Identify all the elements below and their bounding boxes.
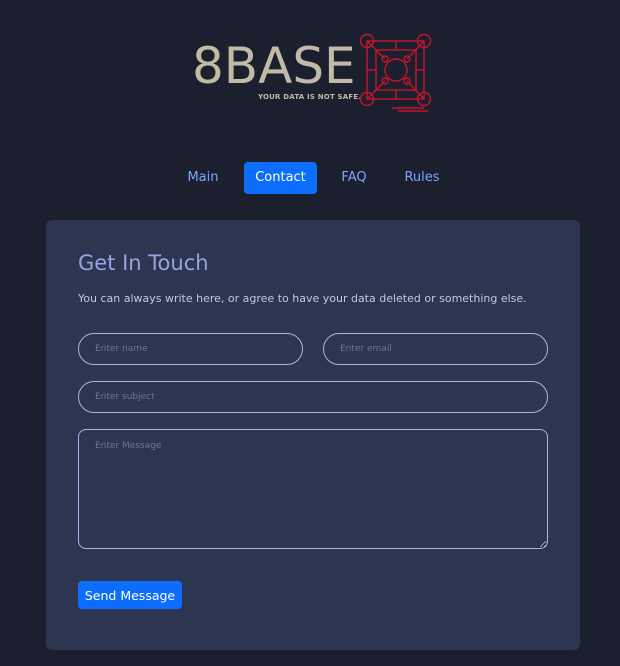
- message-textarea[interactable]: [78, 429, 548, 549]
- subject-input[interactable]: [78, 381, 548, 413]
- network-square-icon: [359, 33, 432, 112]
- nav-contact[interactable]: Contact: [244, 162, 317, 194]
- contact-description: You can always write here, or agree to h…: [78, 292, 527, 305]
- nav-faq[interactable]: FAQ: [330, 162, 378, 194]
- site-logo[interactable]: 8BASE YOUR DATA IS NOT SAFE.: [192, 32, 436, 114]
- logo-wordmark: 8BASE: [192, 37, 356, 95]
- name-input[interactable]: [78, 333, 303, 365]
- main-nav: Main Contact FAQ Rules: [0, 162, 620, 194]
- contact-card: Get In Touch You can always write here, …: [46, 220, 580, 650]
- page-title: Get In Touch: [78, 251, 209, 275]
- email-input[interactable]: [323, 333, 548, 365]
- nav-rules[interactable]: Rules: [394, 162, 450, 194]
- send-message-button[interactable]: Send Message: [78, 581, 182, 609]
- logo-tagline: YOUR DATA IS NOT SAFE.: [258, 93, 362, 101]
- nav-main[interactable]: Main: [177, 162, 229, 194]
